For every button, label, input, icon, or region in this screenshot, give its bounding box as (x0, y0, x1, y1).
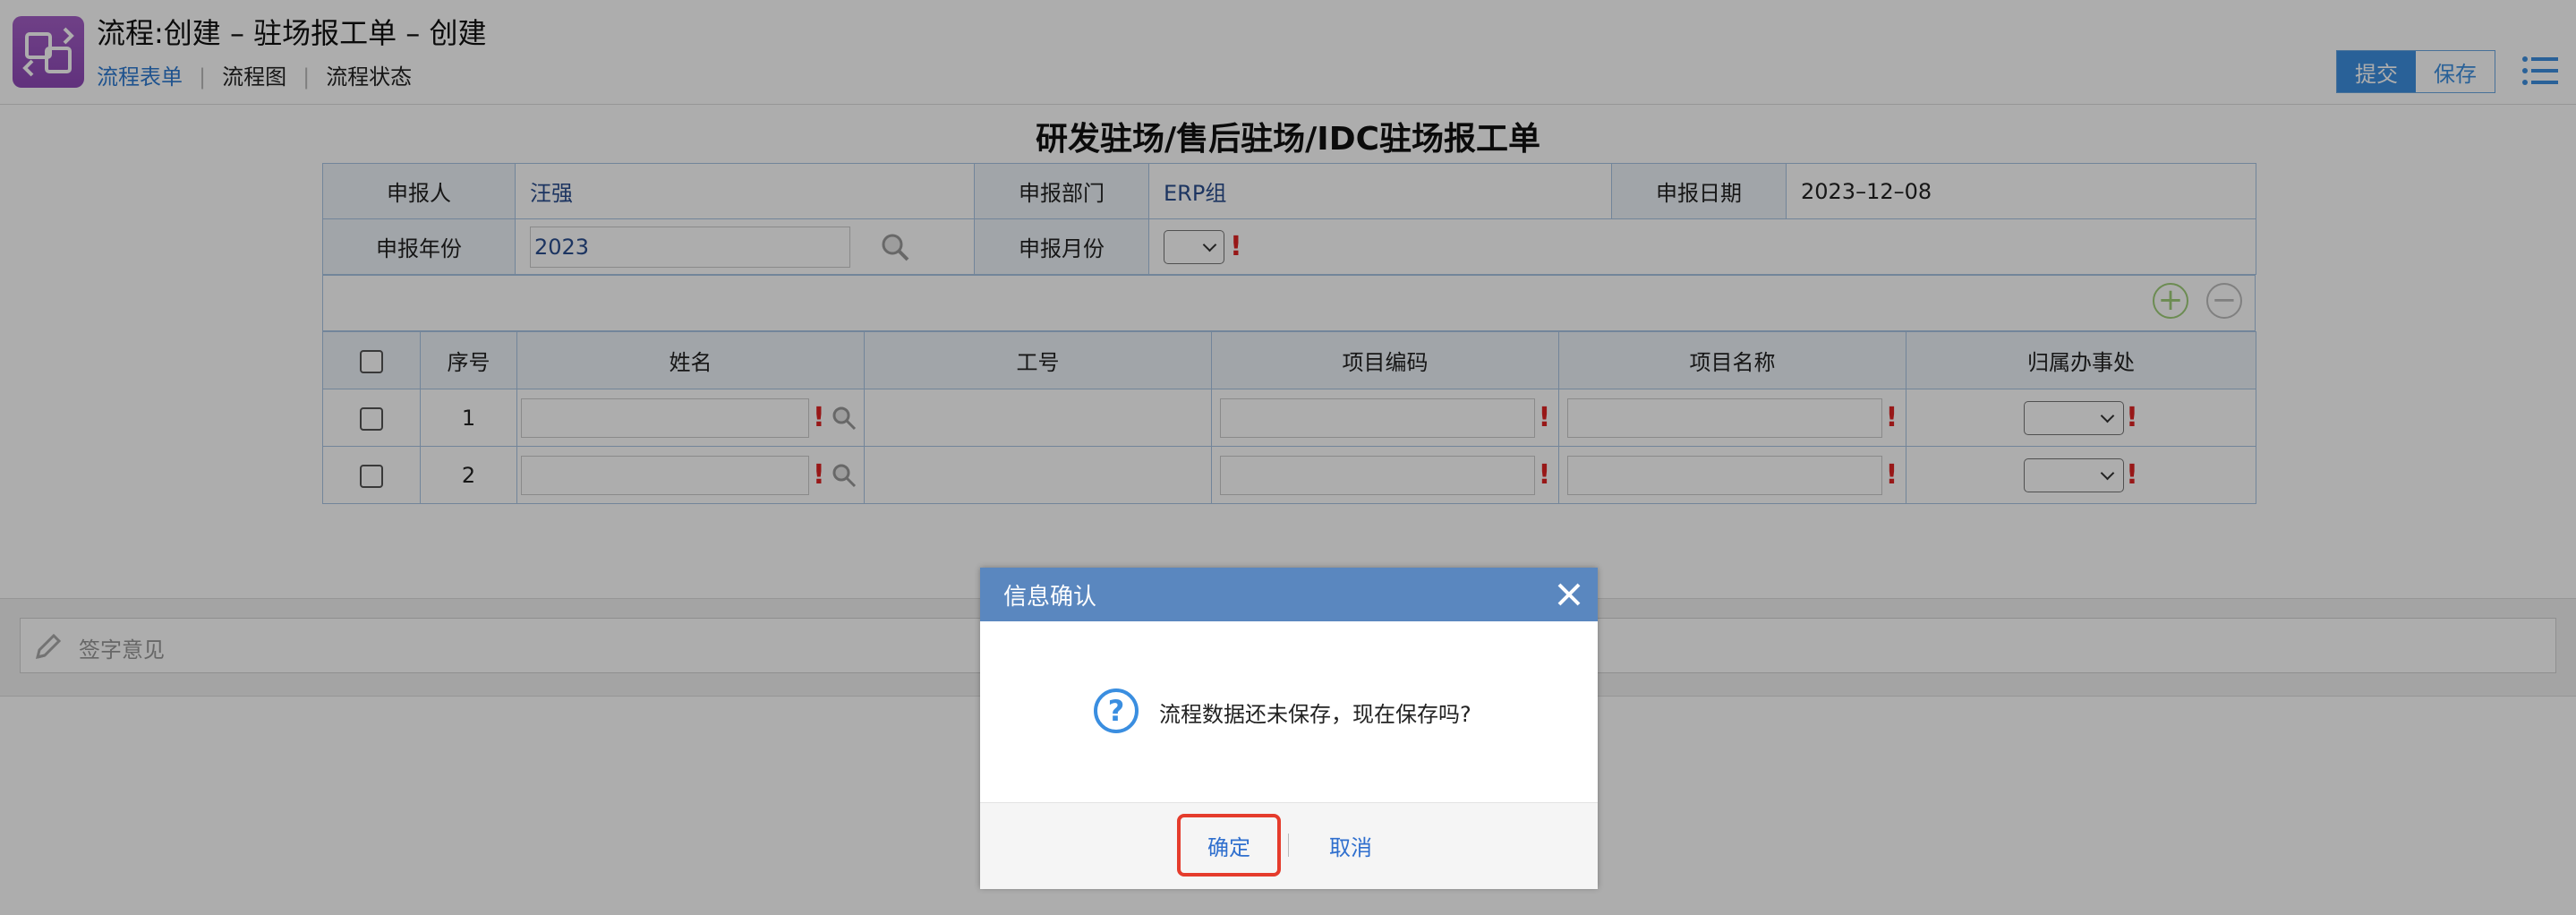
svg-text:?: ? (1108, 694, 1125, 728)
dialog-footer: 确定 取消 (980, 802, 1598, 889)
close-icon[interactable] (1555, 580, 1583, 609)
dialog-message: 流程数据还未保存，现在保存吗? (1159, 702, 1471, 727)
cancel-button[interactable]: 取消 (1329, 830, 1372, 861)
question-icon: ? (1094, 688, 1139, 733)
confirm-dialog: 信息确认 ? 流程数据还未保存，现在保存吗? 确定 取消 (980, 568, 1598, 889)
confirm-button[interactable]: 确定 (1177, 814, 1281, 877)
button-separator (1288, 834, 1289, 857)
dialog-title: 信息确认 (1003, 584, 1097, 611)
